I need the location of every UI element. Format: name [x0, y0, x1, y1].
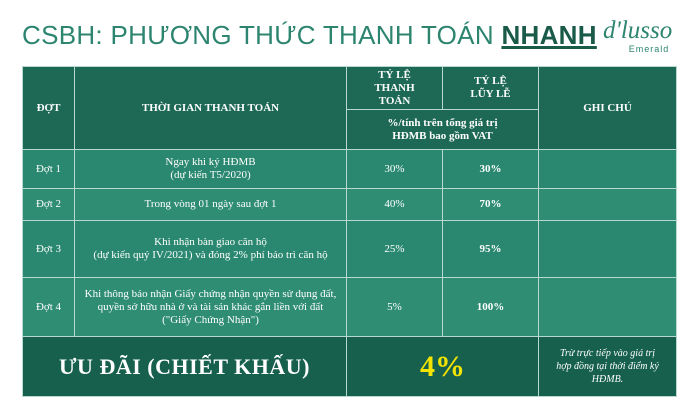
table-header-row: ĐỢT THỜI GIAN THANH TOÁN TỶ LỆ THANH TOÁ…: [22, 66, 677, 150]
cell-time-line2: (dự kiến quý IV/2021) và đóng 2% phí bảo…: [93, 249, 328, 261]
brand-logo: d'lusso Emerald: [603, 18, 681, 62]
cell-note: [538, 149, 677, 189]
cell-rate: 40%: [346, 188, 443, 221]
promo-row: ƯU ĐÃI (CHIẾT KHẤU) 4% Trừ trực tiếp vào…: [22, 336, 677, 397]
cell-rate: 25%: [346, 220, 443, 278]
promo-note: Trừ trực tiếp vào giá trị hợp đồng tại t…: [538, 336, 677, 397]
cell-cumulative: 70%: [442, 188, 539, 221]
cell-time-line1: Ngay khi ký HĐMB: [165, 156, 256, 168]
cell-time: Trong vòng 01 ngày sau đợt 1: [74, 188, 347, 221]
logo-text: d'lusso: [603, 17, 673, 44]
cell-phase: Đợt 3: [22, 220, 75, 278]
cell-cumulative: 95%: [442, 220, 539, 278]
cell-phase: Đợt 1: [22, 149, 75, 189]
promo-value: 4%: [346, 336, 539, 397]
col-header-cumulative: TỶ LỆ LŨY LỄ: [442, 66, 539, 110]
col-header-rate-note: %/tính trên tổng giá trị HĐMB bao gồm VA…: [346, 109, 539, 150]
promo-label: ƯU ĐÃI (CHIẾT KHẤU): [22, 336, 347, 397]
cell-rate: 30%: [346, 149, 443, 189]
cell-time: Khi nhận bàn giao căn hộ (dự kiến quý IV…: [74, 220, 347, 278]
title-highlight: NHANH: [501, 20, 597, 50]
page-title: CSBH: PHƯƠNG THỨC THANH TOÁN NHANH: [22, 20, 597, 51]
col-header-phase: ĐỢT: [22, 66, 75, 150]
col-header-note: GHI CHÚ: [538, 66, 677, 150]
cell-time: Ngay khi ký HĐMB (dự kiến T5/2020): [74, 149, 347, 189]
cell-rate: 5%: [346, 277, 443, 337]
cell-note: [538, 277, 677, 337]
cell-phase: Đợt 2: [22, 188, 75, 221]
cell-cumulative: 30%: [442, 149, 539, 189]
cell-cumulative: 100%: [442, 277, 539, 337]
cell-time-line2: (dự kiến T5/2020): [170, 169, 251, 181]
payment-table: ĐỢT THỜI GIAN THANH TOÁN TỶ LỆ THANH TOÁ…: [22, 66, 677, 397]
table-row: Đợt 3 Khi nhận bàn giao căn hộ (dự kiến …: [22, 220, 677, 278]
cell-time: Khi thông báo nhận Giấy chứng nhận quyền…: [74, 277, 347, 337]
cell-note: [538, 220, 677, 278]
col-header-time: THỜI GIAN THANH TOÁN: [74, 66, 347, 150]
cell-note: [538, 188, 677, 221]
logo-subtext: Emerald: [628, 44, 670, 54]
table-row: Đợt 2 Trong vòng 01 ngày sau đợt 1 40% 7…: [22, 188, 677, 221]
title-main: CSBH: PHƯƠNG THỨC THANH TOÁN: [22, 20, 494, 50]
cell-time-line1: Khi nhận bàn giao căn hộ: [154, 236, 267, 248]
table-row: Đợt 1 Ngay khi ký HĐMB (dự kiến T5/2020)…: [22, 149, 677, 189]
cell-phase: Đợt 4: [22, 277, 75, 337]
col-header-rate: TỶ LỆ THANH TOÁN: [346, 66, 443, 110]
table-row: Đợt 4 Khi thông báo nhận Giấy chứng nhận…: [22, 277, 677, 337]
